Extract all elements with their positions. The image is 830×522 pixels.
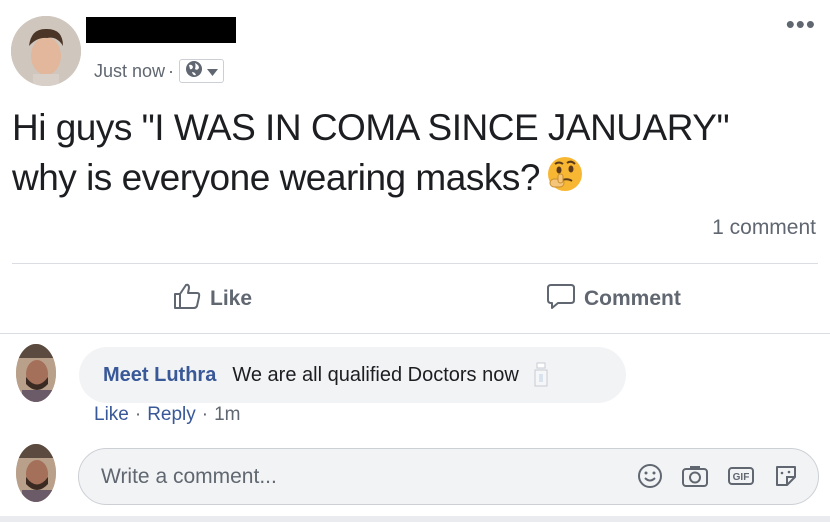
composer-icons: GIF xyxy=(636,462,800,490)
comment-input[interactable] xyxy=(99,463,603,490)
bottle-emoji xyxy=(531,362,551,388)
comment-count-link[interactable]: 1 comment xyxy=(712,216,816,240)
comment-reply-link[interactable]: Reply xyxy=(147,404,196,426)
post-text: Hi guys "I WAS IN COMA SINCE JANUARY" wh… xyxy=(12,103,812,206)
speech-bubble-icon xyxy=(546,281,576,317)
more-options-icon[interactable]: ••• xyxy=(786,11,816,37)
comment-meta-separator: · xyxy=(201,404,209,425)
post-text-line-2: why is everyone wearing masks? xyxy=(12,153,812,206)
post-text-line-2-content: why is everyone wearing masks? xyxy=(12,157,540,198)
chevron-down-icon xyxy=(207,61,219,82)
current-user-avatar[interactable] xyxy=(16,444,56,502)
post-author-avatar[interactable] xyxy=(11,16,81,86)
comment-meta-separator: · xyxy=(134,404,142,425)
like-label: Like xyxy=(210,287,253,310)
divider xyxy=(12,263,818,264)
post-text-line-1: Hi guys "I WAS IN COMA SINCE JANUARY" xyxy=(12,107,730,148)
post-author-name-redacted[interactable] xyxy=(86,17,236,43)
thinking-face-emoji xyxy=(546,155,584,206)
comment-text: We are all qualified Doctors now xyxy=(232,363,519,386)
privacy-selector[interactable] xyxy=(179,59,225,83)
comment-actions: Like · Reply · 1m xyxy=(94,404,241,426)
comment-composer[interactable]: GIF xyxy=(78,448,819,505)
divider xyxy=(0,516,830,522)
globe-icon xyxy=(185,60,203,83)
meta-separator: · xyxy=(168,60,175,81)
gif-icon[interactable]: GIF xyxy=(726,462,756,490)
comment-like-link[interactable]: Like xyxy=(94,404,129,426)
comment-author-link[interactable]: Meet Luthra xyxy=(103,364,216,387)
thumbs-up-icon xyxy=(172,281,202,317)
comment-bubble: Meet Luthra We are all qualified Doctors… xyxy=(79,347,626,403)
comment-label: Comment xyxy=(584,287,681,310)
comment-button[interactable]: Comment xyxy=(546,282,681,316)
comment-time[interactable]: 1m xyxy=(214,404,240,426)
emoji-icon[interactable] xyxy=(636,462,664,490)
like-button[interactable]: Like xyxy=(172,282,252,316)
post-meta: Just now · xyxy=(94,55,225,87)
post-timestamp[interactable]: Just now xyxy=(94,61,165,82)
sticker-icon[interactable] xyxy=(772,462,800,490)
divider xyxy=(0,333,830,334)
commenter-avatar[interactable] xyxy=(16,344,56,402)
svg-text:GIF: GIF xyxy=(733,472,750,483)
camera-icon[interactable] xyxy=(680,462,710,490)
